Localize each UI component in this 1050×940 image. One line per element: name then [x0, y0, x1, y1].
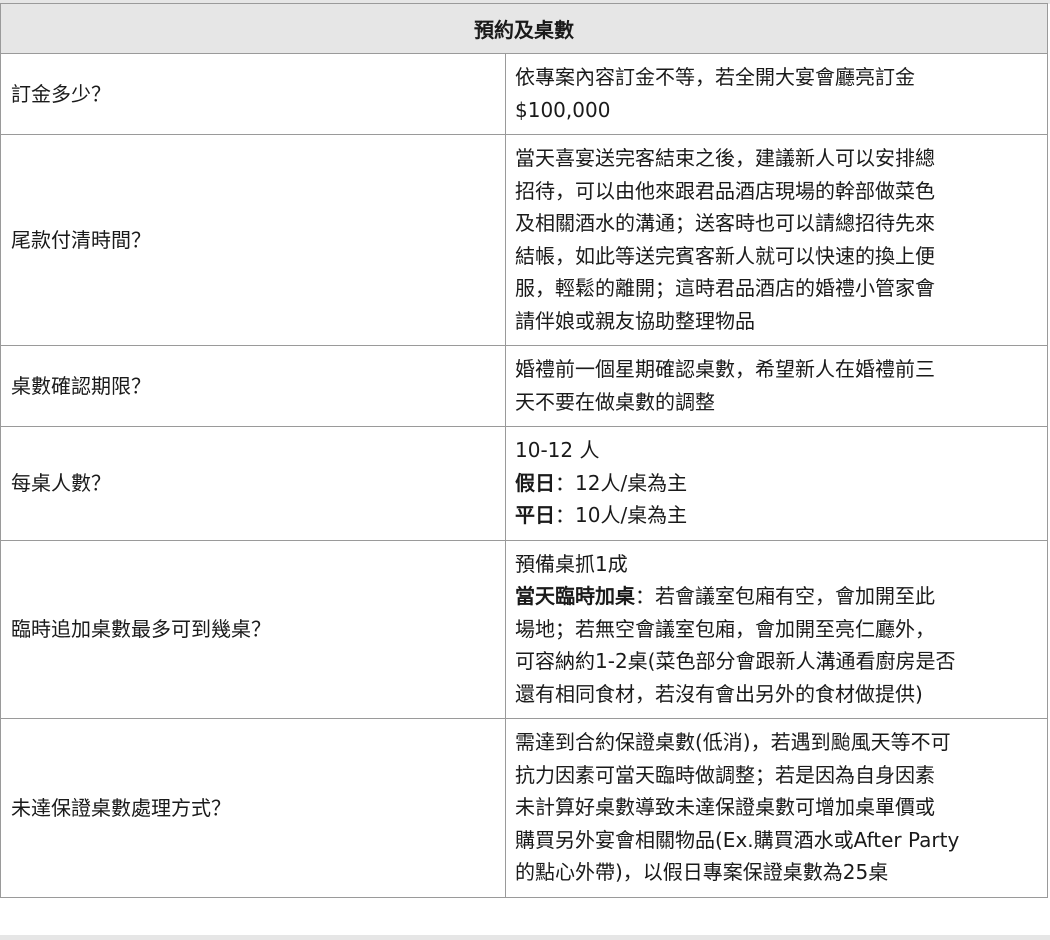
- answer-line: 當天喜宴送完客結束之後，建議新人可以安排總: [515, 142, 1037, 175]
- answer-line: 天不要在做桌數的調整: [515, 386, 1037, 419]
- answer-line: 可容納約1-2桌(菜色部分會跟新人溝通看廚房是否: [515, 645, 1037, 678]
- answer-line-text: 可容納約1-2桌(菜色部分會跟新人溝通看廚房是否: [515, 649, 956, 673]
- answer-line-text: 婚禮前一個星期確認桌數，希望新人在婚禮前三: [515, 357, 935, 381]
- answer-line-text: 請伴娘或親友協助整理物品: [515, 308, 755, 333]
- answer-line: 結帳，如此等送完賓客新人就可以快速的換上便: [515, 240, 1037, 273]
- answer-line-text: ：10人/桌為主: [555, 503, 688, 527]
- answer-line: 預備桌抓1成: [515, 548, 1037, 581]
- answer-line: 抗力因素可當天臨時做調整；若是因為自身因素: [515, 759, 1037, 792]
- answer-line: 的點心外帶)，以假日專案保證桌數為25桌: [515, 856, 1037, 889]
- answer-line-text: 未計算好桌數導致未達保證桌數可增加桌單價或: [515, 795, 935, 819]
- answer-line-text: ：12人/桌為主: [555, 470, 688, 495]
- answer-line: 需達到合約保證桌數(低消)，若遇到颱風天等不可: [515, 726, 1037, 759]
- question-cell: 未達保證桌數處理方式？: [0, 718, 506, 898]
- bottom-strip: [0, 935, 1050, 940]
- faq-body: 訂金多少？ 依專案內容訂金不等，若全開大宴會廳亮訂金 $100,000 尾款付清時間？…: [0, 53, 1048, 898]
- answer-line-text: 抗力因素可當天臨時做調整；若是因為自身因素: [515, 762, 935, 787]
- answer-line-text: 預備桌抓1成: [515, 551, 628, 576]
- question-cell: 訂金多少？: [0, 53, 506, 135]
- answer-line: 服，輕鬆的離開；這時君品酒店的婚禮小管家會: [515, 272, 1037, 305]
- table-row: 訂金多少？ 依專案內容訂金不等，若全開大宴會廳亮訂金 $100,000: [0, 53, 1048, 135]
- answer-line-text: 天不要在做桌數的調整: [515, 389, 715, 414]
- answer-line: 及相關酒水的溝通；送客時也可以請總招待先來: [515, 207, 1037, 240]
- answer-line: 請伴娘或親友協助整理物品: [515, 305, 1037, 338]
- answer-line: 假日：12人/桌為主: [515, 467, 1037, 500]
- answer-line-text: 結帳，如此等送完賓客新人就可以快速的換上便: [515, 243, 935, 268]
- question-cell: 每桌人數？: [0, 426, 506, 541]
- answer-line-text: 購買另外宴會相關物品(Ex.購買酒水或After Party: [515, 827, 960, 852]
- answer-line-bold-label: 平日: [515, 503, 555, 527]
- answer-line: 當天臨時加桌：若會議室包廂有空，會加開至此: [515, 580, 1037, 613]
- answer-line-text: 招待，可以由他來跟君品酒店現場的幹部做菜色: [515, 178, 935, 203]
- answer-line-text: $100,000: [515, 97, 611, 122]
- answer-line-text: 的點心外帶)，以假日專案保證桌數為25桌: [515, 860, 889, 884]
- answer-line-text: 服，輕鬆的離開；這時君品酒店的婚禮小管家會: [515, 276, 935, 300]
- answer-line: 平日：10人/桌為主: [515, 499, 1037, 532]
- answer-line-text: 還有相同食材，若沒有會出另外的食材做提供): [515, 681, 923, 706]
- answer-line: 還有相同食材，若沒有會出另外的食材做提供): [515, 678, 1037, 711]
- answer-line: 場地；若無空會議室包廂，會加開至亮仁廳外，: [515, 613, 1037, 646]
- answer-cell: 10-12 人假日：12人/桌為主 平日：10人/桌為主: [505, 426, 1048, 541]
- answer-line-text: 當天喜宴送完客結束之後，建議新人可以安排總: [515, 146, 935, 170]
- table-row: 臨時追加桌數最多可到幾桌？ 預備桌抓1成 當天臨時加桌：若會議室包廂有空，會加開至此…: [0, 539, 1048, 719]
- answer-cell: 依專案內容訂金不等，若全開大宴會廳亮訂金 $100,000: [505, 53, 1048, 135]
- answer-line-bold-label: 當天臨時加桌: [515, 584, 635, 608]
- table-row: 未達保證桌數處理方式？ 需達到合約保證桌數(低消)，若遇到颱風天等不可 抗力因素可當…: [0, 718, 1048, 898]
- question-cell: 尾款付清時間？: [0, 134, 506, 346]
- table-row: 每桌人數？ 10-12 人假日：12人/桌為主 平日：10人/桌為主: [0, 426, 1048, 541]
- answer-line: 依專案內容訂金不等，若全開大宴會廳亮訂金: [515, 61, 1037, 94]
- answer-line-bold-label: 假日: [515, 470, 555, 495]
- question-cell: 桌數確認期限？: [0, 345, 506, 427]
- answer-line: 未計算好桌數導致未達保證桌數可增加桌單價或: [515, 791, 1037, 824]
- answer-line: 10-12 人: [515, 434, 1037, 467]
- faq-table: 預約及桌數 訂金多少？ 依專案內容訂金不等，若全開大宴會廳亮訂金 $100,000 尾…: [0, 3, 1048, 898]
- answer-line: 購買另外宴會相關物品(Ex.購買酒水或After Party: [515, 824, 1037, 857]
- answer-line: $100,000: [515, 94, 1037, 127]
- answer-line: 婚禮前一個星期確認桌數，希望新人在婚禮前三: [515, 353, 1037, 386]
- section-title: 預約及桌數: [0, 3, 1048, 54]
- answer-cell: 需達到合約保證桌數(低消)，若遇到颱風天等不可 抗力因素可當天臨時做調整；若是因為…: [505, 718, 1048, 898]
- answer-line-text: 依專案內容訂金不等，若全開大宴會廳亮訂金: [515, 65, 915, 89]
- answer-line-text: 需達到合約保證桌數(低消)，若遇到颱風天等不可: [515, 730, 951, 754]
- answer-cell: 當天喜宴送完客結束之後，建議新人可以安排總 招待，可以由他來跟君品酒店現場的幹部做…: [505, 134, 1048, 346]
- answer-line: 招待，可以由他來跟君品酒店現場的幹部做菜色: [515, 175, 1037, 208]
- question-cell: 臨時追加桌數最多可到幾桌？: [0, 539, 506, 719]
- answer-cell: 婚禮前一個星期確認桌數，希望新人在婚禮前三 天不要在做桌數的調整: [505, 345, 1048, 427]
- answer-cell: 預備桌抓1成 當天臨時加桌：若會議室包廂有空，會加開至此 場地；若無空會議室包廂，會…: [505, 539, 1048, 719]
- answer-line-text: 10-12 人: [515, 438, 600, 462]
- section-header-row: 預約及桌數: [0, 3, 1048, 54]
- answer-line-text: 場地；若無空會議室包廂，會加開至亮仁廳外，: [515, 616, 935, 641]
- answer-line-text: ：若會議室包廂有空，會加開至此: [635, 584, 935, 608]
- table-row: 尾款付清時間？ 當天喜宴送完客結束之後，建議新人可以安排總 招待，可以由他來跟君品酒…: [0, 134, 1048, 346]
- answer-line-text: 及相關酒水的溝通；送客時也可以請總招待先來: [515, 211, 935, 235]
- table-row: 桌數確認期限？ 婚禮前一個星期確認桌數，希望新人在婚禮前三 天不要在做桌數的調整: [0, 345, 1048, 427]
